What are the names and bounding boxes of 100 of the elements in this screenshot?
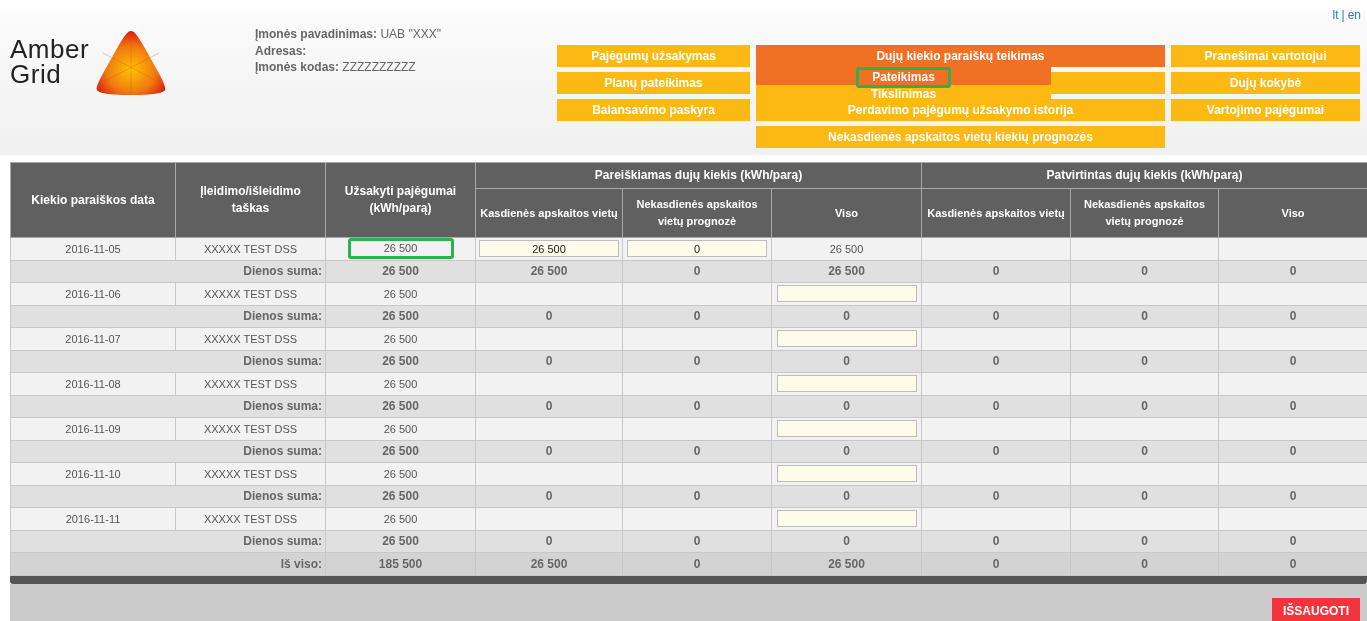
input-field[interactable]: 26 500 [479, 240, 619, 258]
column-header: Užsakyti pajėgumai (kWh/parą) [325, 162, 476, 238]
column-header: Kasdienės apskaitos vietų [475, 188, 623, 238]
table-cell: 0 [475, 350, 623, 373]
column-header: Nekasdienės apskaitos vietų prognozė [622, 188, 772, 238]
table-cell: 26 500 [325, 395, 476, 418]
input-field[interactable] [776, 465, 917, 483]
table-cell: 26 500 [325, 485, 476, 508]
menu-button[interactable]: Dujų kokybė [1171, 72, 1360, 94]
column-group-header: Patvirtintas dujų kiekis (kWh/parą) [921, 162, 1367, 189]
row-label: Dienos suma: [10, 440, 326, 463]
company-info: Įmonės pavadinimas: UAB "XXX" [255, 26, 442, 43]
submenu-item[interactable]: Pateikimas [756, 67, 1051, 85]
table-cell: 2016-11-08 [10, 372, 176, 395]
table-cell: 0 [475, 485, 623, 508]
table-cell: 0 [921, 305, 1071, 328]
row-label: Dienos suma: [10, 530, 326, 553]
menu-button[interactable]: Dujų kiekio paraiškų teikimas [756, 45, 1165, 67]
table-cell: 26 500 [325, 440, 476, 463]
row-label: Dienos suma: [10, 260, 326, 283]
table-cell: XXXXX TEST DSS [175, 282, 326, 305]
table-cell: 0 [622, 260, 772, 283]
table-cell: 0 [1218, 350, 1367, 373]
logo-text: Amber Grid [10, 37, 91, 87]
table-cell: 0 [921, 552, 1071, 575]
table-cell: 0 [1070, 305, 1219, 328]
menu-button[interactable]: Vartojimo pajėgumai [1171, 99, 1360, 121]
table-cell: 0 [1070, 440, 1219, 463]
table-cell: 2016-11-05 [10, 237, 176, 260]
table-cell: 0 [1070, 395, 1219, 418]
menu-button[interactable]: Nekasdienės apskaitos vietų kiekių prognozės [756, 126, 1165, 148]
table-cell: 0 [1218, 440, 1367, 463]
table-cell: 2016-11-10 [10, 462, 176, 485]
row-label: Iš viso: [10, 552, 326, 575]
table-cell: 0 [1070, 350, 1219, 373]
table-cell: 2016-11-06 [10, 282, 176, 305]
row-label: Dienos suma: [10, 395, 326, 418]
table-cell: 26 500 [325, 372, 476, 395]
table-cell: 0 [1218, 260, 1367, 283]
row-label: Dienos suma: [10, 350, 326, 373]
table-cell: 0 [1218, 305, 1367, 328]
input-field[interactable]: 0 [627, 240, 767, 258]
input-field[interactable] [776, 330, 917, 348]
table-cell: 0 [771, 350, 922, 373]
table-cell: 0 [1218, 485, 1367, 508]
table-cell: 0 [1218, 395, 1367, 418]
table-cell: 0 [622, 350, 772, 373]
language-link[interactable]: lt [1332, 8, 1339, 22]
menu-button[interactable]: Pajėgumų užsakymas [557, 45, 750, 67]
table-cell: 0 [771, 395, 922, 418]
table-cell: 0 [1070, 552, 1219, 575]
table-cell: 0 [771, 530, 922, 553]
input-field[interactable] [776, 510, 917, 528]
table-cell: 26 500 [325, 260, 476, 283]
table-cell: 26 500 [325, 507, 476, 530]
table-cell: 26 500 [325, 462, 476, 485]
table-cell: 2016-11-07 [10, 327, 176, 350]
table-cell: 0 [622, 485, 772, 508]
column-header: Viso [771, 188, 922, 238]
language-link[interactable]: en [1347, 8, 1361, 22]
table-cell: 0 [1218, 530, 1367, 553]
input-field[interactable] [776, 375, 917, 393]
table-cell: 0 [622, 530, 772, 553]
row-label: Dienos suma: [10, 305, 326, 328]
table-cell: 0 [921, 350, 1071, 373]
separator: | [1341, 8, 1345, 22]
column-header: Kiekio paraiškos data [10, 162, 176, 238]
table-cell: 0 [921, 440, 1071, 463]
table-cell: 0 [771, 305, 922, 328]
save-button[interactable]: IŠSAUGOTI [1272, 597, 1360, 621]
menu-button[interactable]: Planų pateikimas [557, 72, 750, 94]
table-cell: 0 [771, 440, 922, 463]
table-cell: 0 [1070, 485, 1219, 508]
table-cell: 0 [1218, 552, 1367, 575]
column-header: Įleidimo/išleidimo taškas [175, 162, 326, 238]
table-cell: 0 [921, 530, 1071, 553]
input-field[interactable] [776, 285, 917, 303]
table-cell: 26 500 [325, 305, 476, 328]
table-cell: 26 500 [771, 260, 922, 283]
column-header: Nekasdienės apskaitos vietų prognozė [1070, 188, 1219, 238]
table-cell: 0 [622, 552, 772, 575]
input-field[interactable] [776, 420, 917, 438]
table-cell: 26 500 [325, 327, 476, 350]
menu-button[interactable]: Pranešimai vartotojui [1171, 45, 1360, 67]
table-cell: XXXXX TEST DSS [175, 327, 326, 350]
row-label: Dienos suma: [10, 485, 326, 508]
column-header: Viso [1218, 188, 1367, 238]
table-cell: XXXXX TEST DSS [175, 417, 326, 440]
column-group-header: Pareiškiamas dujų kiekis (kWh/parą) [475, 162, 922, 189]
table-cell: 0 [475, 530, 623, 553]
table-cell: 0 [921, 485, 1071, 508]
table-cell: 0 [622, 440, 772, 463]
menu-button[interactable]: Balansavimo paskyra [557, 99, 750, 121]
table-cell: 26 500 [771, 552, 922, 575]
table-cell: 26 500 [771, 237, 922, 260]
table-cell: XXXXX TEST DSS [175, 507, 326, 530]
table-cell: 26 500 [325, 417, 476, 440]
table-cell: 2016-11-11 [10, 507, 176, 530]
table-cell: 0 [475, 440, 623, 463]
table-cell: 26 500 [475, 260, 623, 283]
